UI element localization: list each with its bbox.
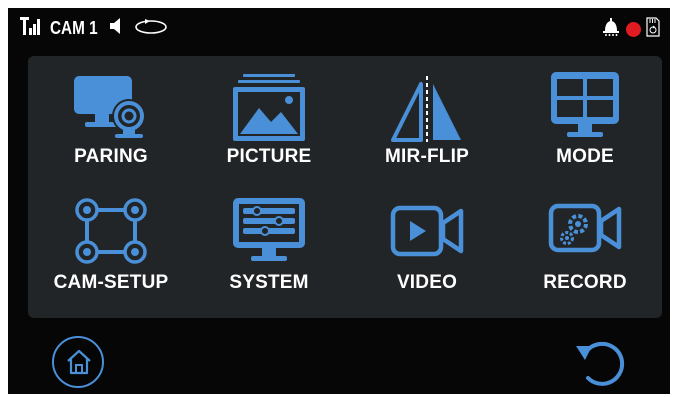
speaker-icon bbox=[108, 17, 126, 40]
menu-item-system[interactable]: SYSTEM bbox=[194, 190, 344, 310]
video-icon bbox=[387, 196, 467, 268]
sd-card-icon bbox=[646, 16, 660, 42]
home-icon bbox=[65, 348, 93, 381]
menu-item-record[interactable]: RECORD bbox=[510, 190, 660, 310]
record-dot-icon bbox=[626, 21, 641, 37]
signal-icon bbox=[20, 16, 42, 41]
menu-item-cam-setup[interactable]: CAM-SETUP bbox=[36, 190, 186, 310]
menu-panel: PARING PICTURE MIR-FLIP MODE CAM-SETUP S… bbox=[28, 56, 662, 318]
rotate-icon bbox=[134, 17, 168, 40]
menu-item-label: MODE bbox=[556, 146, 614, 167]
bottom-bar bbox=[8, 326, 670, 394]
menu-item-label: SYSTEM bbox=[229, 272, 309, 293]
back-arrow-icon bbox=[572, 341, 634, 396]
menu-item-label: PICTURE bbox=[226, 146, 312, 167]
quad-screen-icon bbox=[545, 70, 625, 142]
system-settings-icon bbox=[229, 196, 309, 268]
status-bar: CAM 1 bbox=[8, 8, 670, 48]
mirror-flip-icon bbox=[387, 70, 467, 142]
menu-item-paring[interactable]: PARING bbox=[36, 64, 186, 184]
alarm-icon bbox=[601, 17, 621, 41]
menu-item-label: RECORD bbox=[543, 272, 627, 293]
menu-item-label: VIDEO bbox=[396, 272, 458, 293]
menu-item-label: PARING bbox=[74, 146, 148, 167]
status-left: CAM 1 bbox=[20, 16, 168, 40]
back-button[interactable] bbox=[572, 338, 634, 392]
home-button[interactable] bbox=[52, 336, 104, 388]
monitor-camera-icon bbox=[71, 70, 151, 142]
status-right bbox=[601, 16, 660, 42]
menu-item-video[interactable]: VIDEO bbox=[352, 190, 502, 310]
picture-icon bbox=[229, 70, 309, 142]
menu-item-picture[interactable]: PICTURE bbox=[194, 64, 344, 184]
camera-label: CAM 1 bbox=[50, 17, 98, 38]
menu-item-mir-flip[interactable]: MIR-FLIP bbox=[352, 64, 502, 184]
device-screen: CAM 1 PARING PICTURE MIR-FLIP MODE CAM-S… bbox=[8, 8, 670, 394]
menu-item-label: CAM-SETUP bbox=[53, 272, 169, 293]
record-settings-icon bbox=[545, 196, 625, 268]
menu-item-mode[interactable]: MODE bbox=[510, 64, 660, 184]
menu-item-label: MIR-FLIP bbox=[385, 146, 469, 167]
menu-grid: PARING PICTURE MIR-FLIP MODE CAM-SETUP S… bbox=[28, 56, 662, 318]
camera-network-icon bbox=[71, 196, 151, 268]
